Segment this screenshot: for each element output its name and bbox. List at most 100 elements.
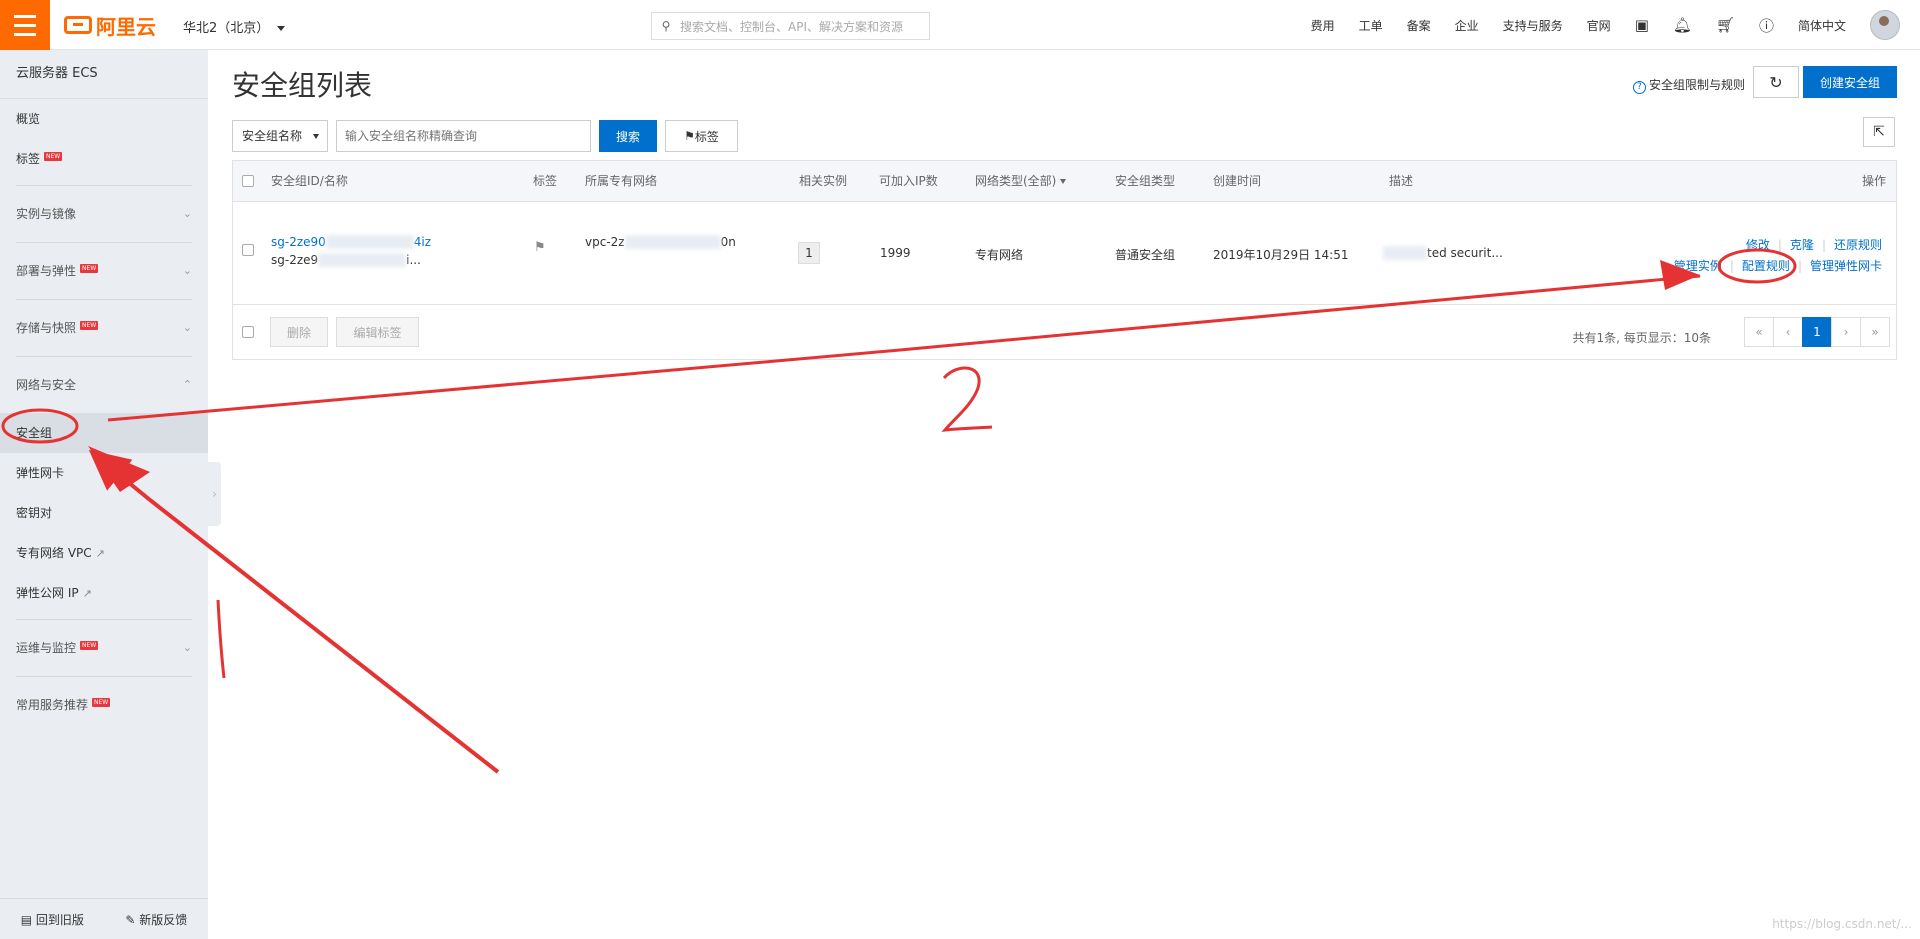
caret-down-icon [1060,179,1067,184]
cart-icon[interactable]: 🛒︎ [1704,16,1747,34]
manage-eni-link[interactable]: 管理弹性网卡 [1810,259,1882,273]
tag-filter-button[interactable]: ⚑ 标签 [665,120,738,152]
header-sg-type: 安全组类型 [1115,174,1176,188]
sidebar-group-instances[interactable]: 实例与镜像 ⌄ [0,186,208,242]
sidebar-group-network[interactable]: 网络与安全 ⌃ [0,357,208,413]
annotation-number-1 [216,599,226,679]
header-net-type[interactable]: 网络类型(全部) [975,161,1067,201]
ops-line-2: 管理实例 | 配置规则 | 管理弹性网卡 [1674,257,1882,274]
chevron-right-icon: › [212,487,217,501]
nav-tickets[interactable]: 工单 [1347,17,1395,34]
first-page-button[interactable]: « [1744,317,1774,347]
tag-icon: ⚑ [684,129,695,143]
vpc-id-suffix: 0n [720,235,736,249]
header-instances: 相关实例 [799,174,848,188]
help-icon[interactable]: ⓘ [1747,15,1786,36]
sidebar-collapse-handle[interactable]: › [208,462,221,526]
avatar[interactable] [1870,10,1900,40]
sg-id-prefix: sg-2ze90 [271,235,326,249]
edit-tags-button[interactable]: 编辑标签 [336,317,419,347]
menu-icon[interactable] [0,0,50,50]
vpc-id-prefix: vpc-2z [585,235,625,249]
page-1-button[interactable]: 1 [1802,317,1832,347]
manage-instances-link[interactable]: 管理实例 [1674,259,1722,273]
delete-button[interactable]: 删除 [270,317,328,347]
next-page-button[interactable]: › [1831,317,1861,347]
new-badge: NEW [80,264,99,273]
back-old-version-link[interactable]: ▤ 回到旧版 [21,911,84,928]
nav-icp[interactable]: 备案 [1395,17,1443,34]
description: xxxxxted securit... [1383,246,1503,260]
watermark: https://blog.csdn.net/... [1772,917,1912,931]
refresh-icon: ↻ [1769,72,1783,92]
top-nav: 费用 工单 备案 企业 支持与服务 官网 ▣ 🔔︎ 🛒︎ ⓘ 简体中文 [1299,0,1920,50]
sidebar-item-overview[interactable]: 概览 [0,99,208,139]
refresh-button[interactable]: ↻ [1753,66,1799,98]
nav-official-site[interactable]: 官网 [1575,17,1623,34]
prev-page-button[interactable]: ‹ [1773,317,1803,347]
sg-id-link[interactable]: sg-2ze90xxxxxxxxxx4iz [271,235,431,249]
nav-support[interactable]: 支持与服务 [1491,17,1575,34]
header-id-name: 安全组ID/名称 [271,174,348,188]
header-desc: 描述 [1389,174,1414,188]
export-button[interactable]: ⇱ [1863,117,1895,147]
sidebar-item-eni[interactable]: 弹性网卡 [0,453,208,493]
terminal-icon[interactable]: ▣ [1623,16,1661,34]
nav-fees[interactable]: 费用 [1299,17,1347,34]
chevron-up-icon: ⌃ [182,378,192,391]
security-group-search-input[interactable] [336,120,591,152]
search-field-select[interactable]: 安全组名称 [232,120,328,152]
sidebar-item-vpc[interactable]: 专有网络 VPC ↗ [0,533,208,573]
sidebar-group-storage[interactable]: 存储与快照 NEW ⌄ [0,300,208,356]
pagination-info: 共有1条, 每页显示：10条 [1572,331,1711,345]
header-vpc: 所属专有网络 [585,174,658,188]
sidebar-item-label: 标签 [16,152,41,166]
limit-rules-link[interactable]: ? 安全组限制与规则 [1633,76,1745,94]
create-security-group-button[interactable]: 创建安全组 [1803,66,1897,98]
sidebar-item-tags[interactable]: 标签 NEW [0,139,208,179]
sidebar-group-deploy[interactable]: 部署与弹性 NEW ⌄ [0,243,208,299]
region-selector[interactable]: 华北2（北京） [183,17,286,36]
vpc-id-link[interactable]: vpc-2zxxxxxxxxxxx0n [585,235,736,249]
external-link-icon: ↗ [82,587,92,600]
search-icon: ⚲ [661,19,671,33]
sidebar-item-label: 安全组 [16,426,53,440]
header-ops: 操作 [1861,174,1886,188]
select-all-checkbox[interactable] [242,175,254,187]
sidebar-group-label: 常用服务推荐 [16,698,89,712]
back-icon: ▤ [20,912,36,927]
related-instances-count[interactable]: 1 [798,242,820,264]
tag-filter-label: 标签 [694,129,719,144]
search-button[interactable]: 搜索 [599,120,657,152]
divider: | [1821,238,1826,252]
caret-down-icon [277,26,286,31]
nav-enterprise[interactable]: 企业 [1443,17,1491,34]
feedback-link[interactable]: ✎ 新版反馈 [125,911,187,928]
logo[interactable]: 阿里云 [64,12,156,39]
sidebar-group-label: 运维与监控 [16,641,77,655]
footer-select-all-checkbox[interactable] [242,326,254,338]
sidebar-item-eip[interactable]: 弹性公网 IP ↗ [0,573,208,613]
row-operations: 修改 | 克隆 | 还原规则 管理实例 | 配置规则 | 管理弹性网卡 [1674,236,1882,274]
edit-link[interactable]: 修改 [1746,238,1770,252]
clone-link[interactable]: 克隆 [1790,238,1814,252]
new-badge: NEW [92,698,111,707]
sidebar-group-label: 实例与镜像 [16,207,77,221]
last-page-button[interactable]: » [1860,317,1890,347]
sidebar-item-keypair[interactable]: 密钥对 [0,493,208,533]
top-bar: 阿里云 华北2（北京） ⚲ 搜索文档、控制台、API、解决方案和资源 费用 工单… [0,0,1920,50]
language-switch[interactable]: 简体中文 [1786,17,1858,34]
redacted-text: xxxxxxxxxx [318,253,407,267]
tag-icon[interactable]: ⚑ [534,240,546,255]
bell-icon[interactable]: 🔔︎ [1661,16,1704,34]
new-badge: NEW [80,641,99,650]
redacted-text: xxxxxxxxxxx [624,235,721,249]
restore-rules-link[interactable]: 还原规则 [1834,238,1882,252]
configure-rules-link[interactable]: 配置规则 [1742,259,1790,273]
sidebar-item-security-group[interactable]: 安全组 [0,413,208,453]
row-checkbox[interactable] [242,244,254,256]
sidebar-group-common[interactable]: 常用服务推荐 NEW [0,677,208,733]
sg-name: sg-2ze9xxxxxxxxxxi... [271,253,421,267]
global-search-input[interactable]: ⚲ 搜索文档、控制台、API、解决方案和资源 [651,12,930,40]
sidebar-group-ops[interactable]: 运维与监控 NEW ⌄ [0,620,208,676]
